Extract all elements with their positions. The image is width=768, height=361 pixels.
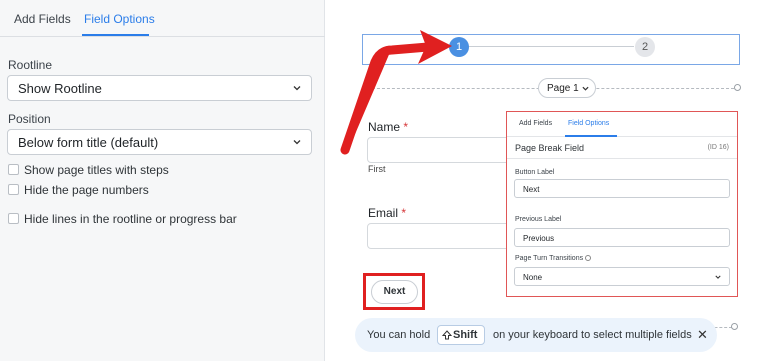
- rootline-select[interactable]: Show Rootline: [7, 75, 312, 101]
- field-options-card: Add Fields Field Options Page Break Fiel…: [506, 111, 738, 297]
- rootline-connector: [468, 46, 634, 47]
- checkbox-box[interactable]: [8, 184, 19, 195]
- previous-label-label: Previous Label: [515, 216, 562, 223]
- close-icon[interactable]: ✕: [697, 327, 708, 343]
- shift-key-label: Shift: [453, 329, 478, 341]
- page-break-end-dot: [734, 84, 741, 91]
- tab-add-fields[interactable]: Add Fields: [14, 12, 71, 26]
- position-label: Position: [8, 112, 51, 126]
- card-tab-add-fields[interactable]: Add Fields: [519, 120, 552, 127]
- step-2[interactable]: 2: [635, 37, 655, 57]
- checkbox-box[interactable]: [8, 164, 19, 175]
- toast-text-after: on your keyboard to select multiple fiel…: [493, 329, 692, 341]
- position-select[interactable]: Below form title (default): [7, 129, 312, 155]
- step-1[interactable]: 1: [449, 37, 469, 57]
- settings-sidebar: Add Fields Field Options Rootline Show R…: [0, 0, 325, 361]
- shift-arrow-icon: [441, 330, 453, 340]
- page-dropdown-label: Page 1: [547, 83, 579, 94]
- transitions-label: Page Turn Transitions: [515, 255, 592, 262]
- field-id: (ID 16): [707, 144, 729, 151]
- toast-text-before: You can hold: [367, 329, 431, 341]
- page-dropdown[interactable]: Page 1: [538, 78, 596, 98]
- card-active-tab-indicator: [565, 135, 617, 137]
- email-input[interactable]: [367, 223, 517, 249]
- email-label-text: Email: [368, 206, 399, 220]
- checkbox-label: Show page titles with steps: [24, 163, 169, 177]
- name-first-sublabel: First: [368, 164, 386, 174]
- chevron-down-icon: [293, 86, 301, 91]
- required-mark: *: [403, 120, 409, 134]
- info-icon[interactable]: [585, 255, 592, 261]
- button-label-value: Next: [523, 185, 540, 194]
- card-tabs: Add Fields Field Options: [507, 112, 737, 137]
- name-label-text: Name: [368, 120, 401, 134]
- transitions-select[interactable]: None: [514, 267, 730, 286]
- rootline-label: Rootline: [8, 58, 53, 72]
- divider: [507, 158, 737, 159]
- rootline-preview[interactable]: [362, 34, 740, 65]
- tab-field-options[interactable]: Field Options: [84, 12, 155, 26]
- checkbox-label: Hide lines in the rootline or progress b…: [24, 212, 237, 226]
- checkbox-box[interactable]: [8, 213, 19, 224]
- required-mark: *: [401, 206, 407, 220]
- card-title: Page Break Field: [515, 143, 585, 153]
- shift-key-badge: Shift: [437, 325, 485, 345]
- transitions-label-text: Page Turn Transitions: [515, 255, 584, 262]
- next-button[interactable]: Next: [371, 280, 418, 304]
- rootline-select-value: Show Rootline: [18, 81, 102, 96]
- chevron-down-icon: [582, 86, 589, 91]
- active-tab-indicator: [82, 34, 149, 36]
- previous-label-input[interactable]: Previous: [514, 228, 730, 247]
- sidebar-tabs: Add Fields Field Options: [0, 0, 325, 37]
- page-end-dot: [731, 323, 738, 330]
- checkbox-label: Hide the page numbers: [24, 183, 149, 197]
- previous-label-value: Previous: [523, 234, 555, 243]
- name-field-label: Name *: [368, 120, 408, 134]
- chevron-down-icon: [293, 140, 301, 145]
- card-tab-field-options[interactable]: Field Options: [568, 120, 609, 127]
- email-field-label: Email *: [368, 206, 406, 220]
- position-select-value: Below form title (default): [18, 135, 159, 150]
- name-first-input[interactable]: [367, 137, 517, 163]
- shift-tip-toast: You can hold Shift on your keyboard to s…: [355, 318, 717, 352]
- transitions-value: None: [523, 273, 543, 282]
- chevron-down-icon: [715, 275, 721, 279]
- button-label-input[interactable]: Next: [514, 179, 730, 198]
- button-label-label: Button Label: [515, 169, 555, 176]
